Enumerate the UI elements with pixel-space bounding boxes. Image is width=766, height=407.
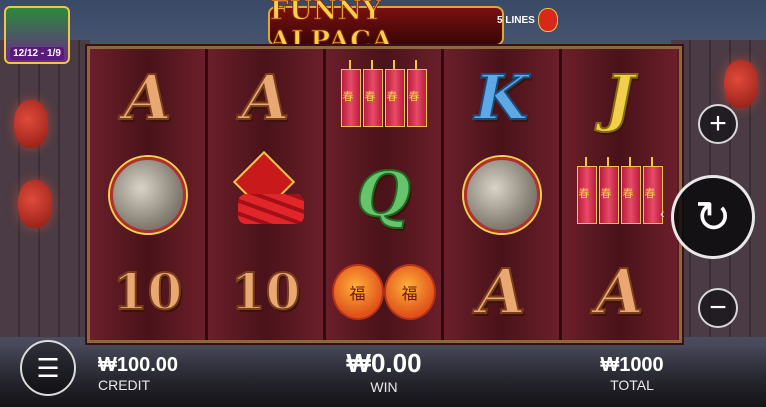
credit-display: ₩100.00 CREDIT bbox=[98, 354, 178, 393]
spin-button[interactable]: ↻ bbox=[671, 175, 755, 259]
symbol-a: A bbox=[476, 254, 526, 328]
credit-value: ₩100.00 bbox=[98, 354, 179, 376]
symbol-cell: Q bbox=[326, 146, 441, 243]
game-logo: FUNNY ALPACA bbox=[268, 0, 504, 57]
symbol-cell: J bbox=[562, 49, 677, 146]
win-display: ₩0.00 WIN bbox=[336, 348, 432, 395]
symbol-cell: K bbox=[444, 49, 559, 146]
credit-label: CREDIT bbox=[98, 377, 151, 393]
symbol-cell: 10 bbox=[90, 243, 205, 340]
total-label: TOTAL bbox=[610, 377, 654, 393]
chevron-left-icon: ‹ bbox=[660, 205, 665, 221]
symbol-a: A bbox=[594, 254, 644, 328]
lanterns-symbol: 福 福 bbox=[331, 263, 436, 320]
hamburger-icon: ☰ bbox=[36, 352, 60, 383]
firecracker-bundle-symbol bbox=[228, 150, 304, 230]
symbol-k: K bbox=[474, 60, 530, 134]
symbol-cell bbox=[208, 146, 323, 243]
symbol-cell: 10 bbox=[208, 243, 323, 340]
lines-label: 5 LINES bbox=[497, 14, 535, 26]
gong-symbol bbox=[463, 156, 540, 233]
total-value: ₩1000 bbox=[600, 354, 664, 376]
symbol-cell: 春 春 春 春 bbox=[562, 146, 677, 243]
symbol-cell bbox=[444, 146, 559, 243]
red-lantern-decoration bbox=[18, 180, 52, 228]
promo-event-badge[interactable]: 12/12 - 1/9 bbox=[4, 6, 70, 64]
symbol-cell: 春 春 春 春 bbox=[326, 49, 441, 146]
red-lantern-decoration bbox=[14, 100, 48, 148]
symbol-a: A bbox=[122, 60, 172, 134]
gong-symbol bbox=[109, 156, 186, 233]
symbol-q: Q bbox=[355, 157, 411, 231]
symbol-10: 10 bbox=[230, 261, 302, 322]
symbol-cell: A bbox=[90, 49, 205, 146]
symbol-a: A bbox=[240, 60, 290, 134]
symbol-cell: A bbox=[444, 243, 559, 340]
symbol-cell: A bbox=[208, 49, 323, 146]
promo-date-range: 12/12 - 1/9 bbox=[10, 47, 64, 60]
firecrackers-symbol: 春 春 春 春 bbox=[340, 59, 427, 127]
win-value: ₩0.00 bbox=[346, 348, 422, 378]
symbol-10: 10 bbox=[112, 261, 184, 322]
increase-bet-button[interactable]: + bbox=[698, 104, 738, 144]
total-bet-display[interactable]: ₩1000 TOTAL bbox=[592, 354, 672, 393]
lantern-icon bbox=[537, 8, 558, 32]
lines-badge: 5 LINES bbox=[497, 8, 558, 32]
symbol-cell: 福 福 bbox=[326, 243, 441, 340]
reel-grid: A 10 A 10 春 春 春 春 Q 福 福 K A J 春 春 春 春 A bbox=[87, 46, 682, 343]
symbol-cell: A bbox=[562, 243, 677, 340]
menu-button[interactable]: ☰ bbox=[20, 340, 76, 396]
decrease-bet-button[interactable]: − bbox=[698, 288, 738, 328]
symbol-cell bbox=[90, 146, 205, 243]
red-lantern-decoration bbox=[724, 60, 758, 108]
win-label: WIN bbox=[370, 379, 398, 395]
refresh-icon: ↻ bbox=[694, 192, 732, 242]
firecrackers-symbol: 春 春 春 春 bbox=[576, 156, 663, 224]
symbol-j: J bbox=[604, 60, 635, 134]
